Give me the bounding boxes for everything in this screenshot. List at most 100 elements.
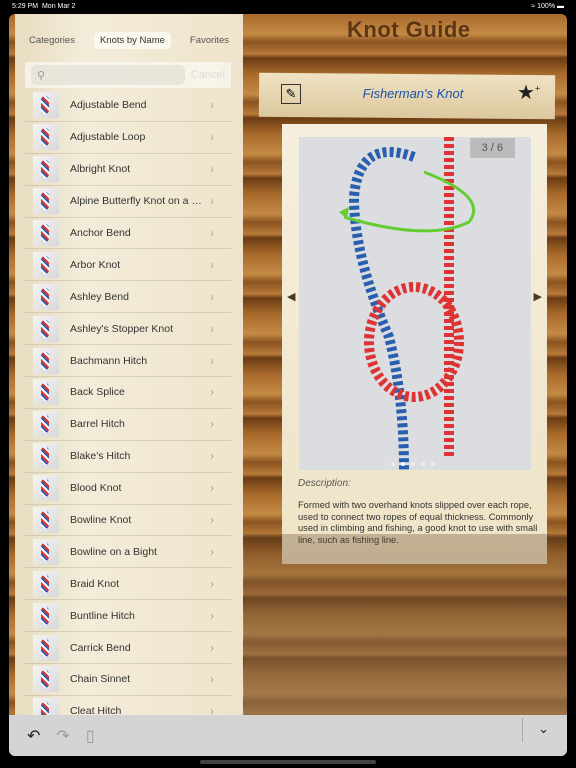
list-item[interactable]: Bachmann Hitch ›	[25, 345, 231, 378]
knot-title: Fisherman's Knot	[362, 86, 464, 101]
knot-name: Bowline Knot	[70, 514, 132, 527]
knot-name: Buntline Hitch	[70, 609, 135, 622]
list-item[interactable]: Bowline Knot ›	[25, 505, 231, 537]
knot-list-panel: Categories Knots by Name Favorites ⚲ Can…	[15, 14, 243, 715]
knot-thumbnail	[33, 666, 59, 693]
knot-thumbnail	[33, 602, 59, 629]
knot-step-image[interactable]: 3 / 6	[299, 137, 531, 470]
chevron-right-icon: ›	[210, 449, 214, 464]
list-item[interactable]: Chain Sinnet ›	[25, 664, 231, 696]
knot-thumbnail	[33, 570, 59, 597]
chevron-right-icon: ›	[210, 98, 214, 113]
knot-name: Blood Knot	[70, 482, 122, 495]
tab-knots-by-name[interactable]: Knots by Name	[93, 32, 171, 49]
chevron-right-icon: ›	[210, 194, 214, 209]
tab-categories[interactable]: Categories	[23, 32, 81, 49]
status-date: Mon Mar 2	[41, 3, 76, 10]
knot-thumbnail	[33, 475, 59, 502]
list-item[interactable]: Blood Knot ›	[25, 473, 231, 505]
knot-thumbnail	[33, 347, 59, 374]
list-item[interactable]: Anchor Bend ›	[25, 218, 231, 250]
chevron-right-icon: ›	[210, 576, 214, 591]
list-item[interactable]: Carrick Bend ›	[25, 632, 231, 665]
knot-name: Braid Knot	[70, 577, 120, 590]
chevron-right-icon: ›	[210, 130, 214, 145]
knot-list[interactable]: Adjustable Bend › Adjustable Loop › Albright…	[25, 90, 231, 715]
battery-indicator: ≈ 100% ▬	[531, 3, 564, 10]
knot-name: Arbor Knot	[70, 258, 121, 271]
knot-name: Adjustable Bend	[70, 99, 147, 112]
knot-name: Chain Sinnet	[70, 673, 131, 686]
list-item[interactable]: Barrel Hitch ›	[25, 409, 231, 441]
knot-thumbnail	[33, 507, 59, 534]
app-title: Knot Guide	[347, 17, 471, 42]
knot-thumbnail	[33, 315, 59, 342]
chevron-right-icon: ›	[210, 544, 214, 559]
list-item[interactable]: Buntline Hitch ›	[25, 600, 231, 633]
knot-thumbnail	[33, 188, 59, 215]
chevron-down-icon[interactable]: ⌄	[538, 721, 549, 737]
knot-name: Back Splice	[70, 386, 125, 399]
list-item[interactable]: Braid Knot ›	[25, 568, 231, 601]
keyboard-toolbar: ↶ ↷ ▯ ⌄	[9, 715, 567, 756]
next-arrow-icon[interactable]: ▶	[534, 290, 542, 303]
chevron-right-icon: ›	[210, 385, 214, 400]
app-window: Knot Guide Categories Knots by Name Favo…	[9, 14, 567, 715]
search-input[interactable]: ⚲	[31, 65, 185, 85]
list-item[interactable]: Adjustable Loop ›	[25, 122, 231, 154]
status-bar: 5:29 PM Mon Mar 2 ≈ 100% ▬	[0, 0, 576, 14]
chevron-right-icon: ›	[210, 608, 214, 623]
knot-thumbnail	[33, 92, 59, 119]
step-counter: 3 / 6	[469, 138, 515, 158]
list-item[interactable]: Blake's Hitch ›	[25, 441, 231, 473]
add-favorite-star-icon[interactable]: ★+	[517, 80, 540, 105]
chevron-right-icon: ›	[210, 417, 214, 432]
knot-name: Barrel Hitch	[70, 418, 125, 431]
chevron-right-icon: ›	[210, 672, 214, 687]
list-item[interactable]: Alpine Butterfly Knot on a Bight ›	[25, 186, 231, 218]
knot-thumbnail	[33, 283, 59, 310]
chevron-right-icon: ›	[210, 257, 214, 272]
chevron-right-icon: ›	[210, 513, 214, 528]
knot-name: Bachmann Hitch	[70, 354, 148, 367]
knot-name: Adjustable Loop	[70, 131, 146, 144]
knot-name: Ashley's Stopper Knot	[70, 322, 173, 335]
redo-icon[interactable]: ↷	[56, 726, 69, 746]
chevron-right-icon: ›	[210, 640, 214, 655]
knot-name: Albright Knot	[70, 163, 131, 176]
list-item[interactable]: Cleat Hitch ›	[25, 696, 231, 715]
paste-icon[interactable]: ▯	[86, 726, 95, 746]
knot-name: Blake's Hitch	[70, 450, 131, 463]
knot-name: Anchor Bend	[70, 227, 131, 239]
list-item[interactable]: Adjustable Bend ›	[25, 90, 231, 122]
knot-thumbnail	[33, 538, 59, 565]
list-item[interactable]: Bowline on a Bight ›	[25, 536, 231, 569]
tab-favorites[interactable]: Favorites	[184, 32, 235, 49]
chevron-right-icon: ›	[210, 289, 214, 304]
description-label: Description:	[298, 478, 351, 489]
knot-name: Bowline on a Bight	[70, 545, 157, 558]
search-bar: ⚲ Cancel	[25, 62, 231, 88]
knot-thumbnail	[33, 443, 59, 470]
status-time: 5:29 PM	[12, 3, 39, 10]
page-dots[interactable]	[391, 462, 435, 466]
knot-name: Alpine Butterfly Knot on a Bight	[70, 195, 206, 208]
knot-thumbnail	[33, 411, 59, 438]
list-item[interactable]: Ashley Bend ›	[25, 281, 231, 314]
list-item[interactable]: Albright Knot ›	[25, 154, 231, 186]
previous-arrow-icon[interactable]: ◀	[287, 290, 295, 303]
chevron-right-icon: ›	[210, 162, 214, 177]
chevron-right-icon: ›	[210, 321, 214, 336]
list-item[interactable]: Arbor Knot ›	[25, 249, 231, 282]
description-text: Formed with two overhand knots slipped o…	[298, 500, 538, 545]
home-indicator	[200, 760, 376, 764]
list-item[interactable]: Ashley's Stopper Knot ›	[25, 313, 231, 346]
edit-note-button[interactable]: ✎	[281, 84, 301, 104]
cancel-button[interactable]: Cancel	[191, 69, 225, 81]
detail-card: 3 / 6 ◀ ▶ Description: Formed with two o…	[282, 124, 547, 564]
chevron-right-icon: ›	[210, 704, 214, 715]
list-item[interactable]: Back Splice ›	[25, 377, 231, 409]
segmented-tabs: Categories Knots by Name Favorites	[23, 32, 235, 49]
knot-thumbnail	[33, 124, 59, 151]
undo-icon[interactable]: ↶	[27, 726, 40, 746]
